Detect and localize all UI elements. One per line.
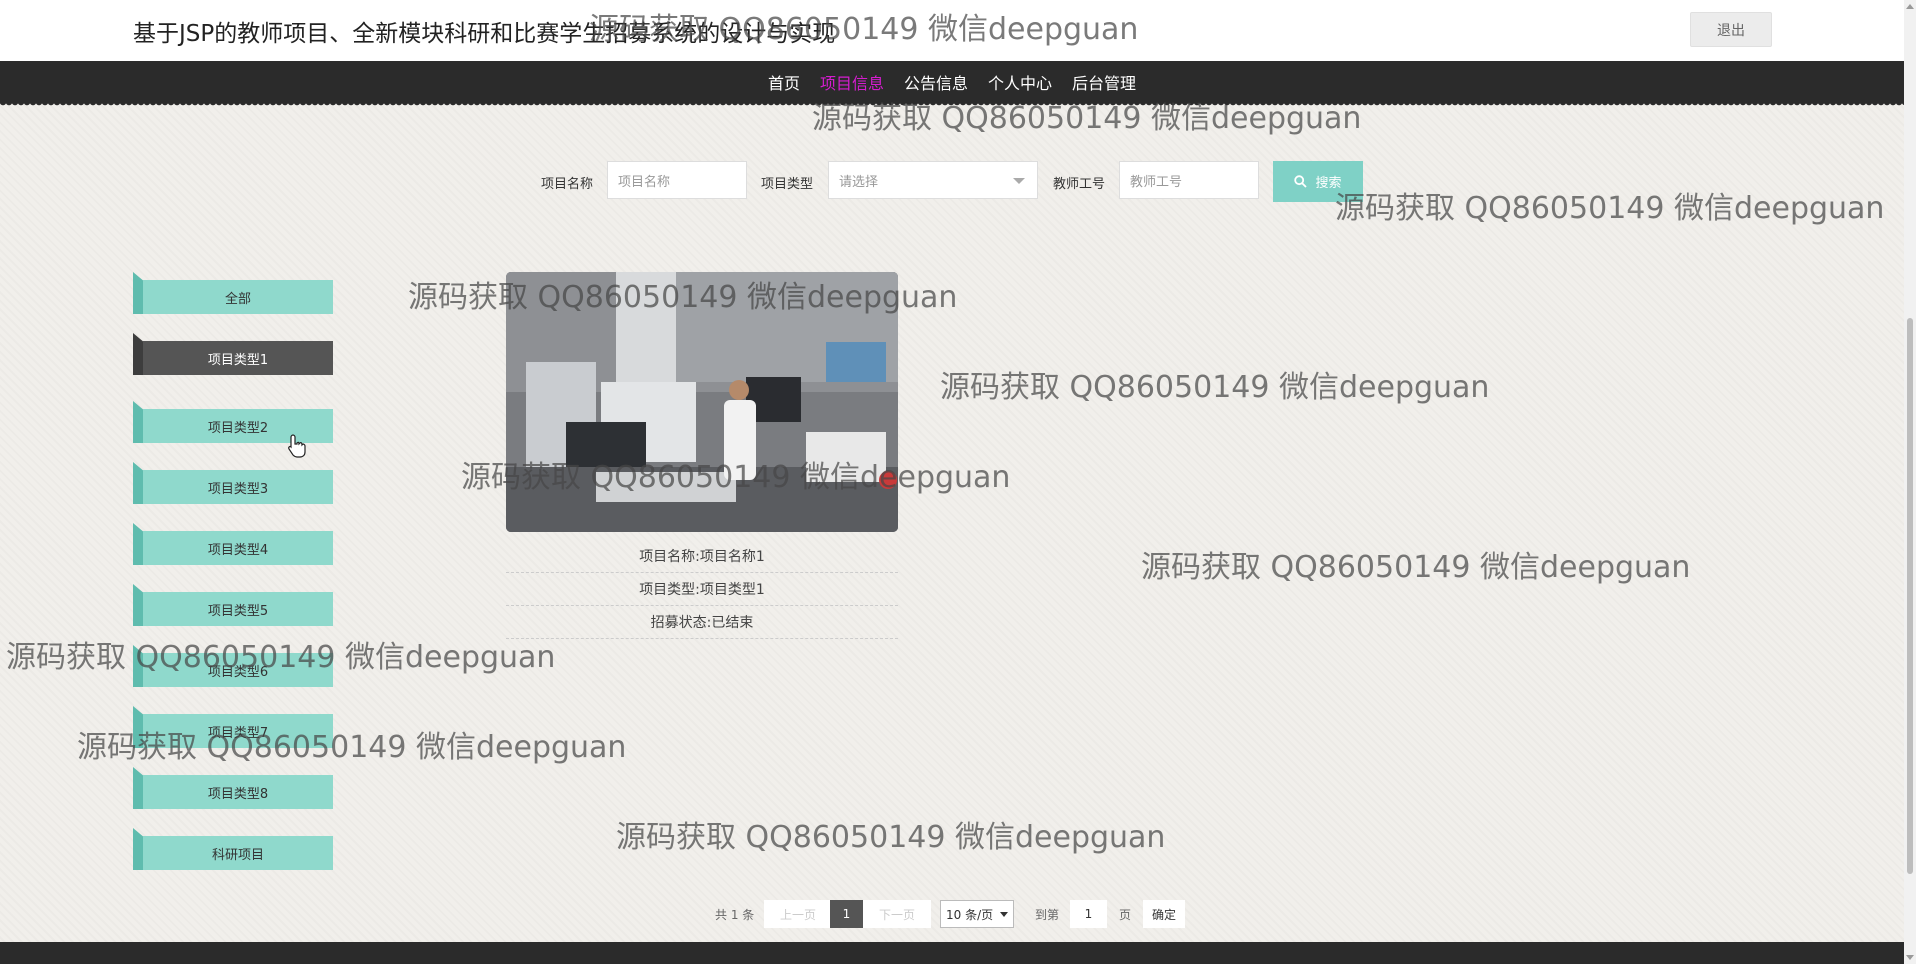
project-card[interactable]: 项目名称:项目名称1 项目类型:项目类型1 招募状态:已结束 (506, 272, 898, 639)
category-label: 项目类型8 (143, 775, 333, 809)
chevron-down-icon (1000, 911, 1008, 917)
watermark: 源码获取 QQ86050149 微信deepguan (1141, 550, 1691, 585)
page-number-current[interactable]: 1 (830, 900, 863, 928)
category-type-6[interactable]: 项目类型6 (133, 645, 333, 687)
teacher-id-label: 教师工号 (1053, 177, 1106, 192)
nav-list: 首页 项目信息 公告信息 个人中心 后台管理 (0, 61, 1904, 102)
top-header: 基于JSP的教师项目、全新模块科研和比赛学生招募系统的设计与实现 退出 (0, 0, 1904, 61)
logout-button[interactable]: 退出 (1690, 12, 1772, 47)
page-size-value: 10 条/页 (946, 907, 994, 922)
project-name-label: 项目名称 (541, 177, 594, 192)
page-suffix-label: 页 (1119, 907, 1132, 922)
category-type-3[interactable]: 项目类型3 (133, 462, 333, 504)
category-tab-edge (133, 272, 143, 314)
nav-item-personal-center[interactable]: 个人中心 (978, 70, 1062, 94)
project-name-input[interactable]: 项目名称 (607, 161, 747, 199)
category-type-1[interactable]: 项目类型1 (133, 333, 333, 375)
watermark: 源码获取 QQ86050149 微信deepguan (1335, 191, 1885, 226)
category-tab-edge (133, 584, 143, 626)
chevron-down-icon (1013, 178, 1025, 184)
project-type-label: 项目类型 (761, 177, 814, 192)
category-type-8[interactable]: 项目类型8 (133, 767, 333, 809)
nav-item-admin[interactable]: 后台管理 (1062, 70, 1146, 94)
scrollbar-thumb[interactable] (1907, 318, 1913, 874)
project-type-text: 项目类型:项目类型1 (506, 573, 898, 606)
category-tab-edge (133, 828, 143, 870)
category-tab-edge (133, 706, 143, 748)
recruit-status-text: 招募状态:已结束 (506, 606, 898, 639)
search-icon (1294, 175, 1308, 188)
footer (0, 942, 1904, 964)
search-button-label: 搜索 (1315, 176, 1342, 191)
category-label: 项目类型4 (143, 531, 333, 565)
watermark: 源码获取 QQ86050149 微信deepguan (940, 370, 1490, 405)
nav-item-projects[interactable]: 项目信息 (810, 70, 894, 94)
project-type-select-value: 请选择 (839, 174, 879, 190)
category-type-4[interactable]: 项目类型4 (133, 523, 333, 565)
goto-confirm-button[interactable]: 确定 (1143, 900, 1185, 928)
category-label: 项目类型5 (143, 592, 333, 626)
category-label: 项目类型6 (143, 653, 333, 687)
goto-page-input[interactable]: 1 (1070, 900, 1107, 928)
lab-photo-illustration (506, 272, 898, 532)
site-title: 基于JSP的教师项目、全新模块科研和比赛学生招募系统的设计与实现 (133, 21, 836, 47)
scroll-up-arrow-icon[interactable] (1906, 4, 1914, 9)
category-type-5[interactable]: 项目类型5 (133, 584, 333, 626)
category-label: 项目类型1 (143, 341, 333, 375)
category-tab-edge (133, 462, 143, 504)
project-type-select[interactable]: 请选择 (828, 161, 1038, 199)
project-image[interactable] (506, 272, 898, 532)
pagination-total: 共 1 条 (715, 907, 755, 922)
page-scrollbar[interactable] (1904, 0, 1916, 964)
category-label: 全部 (143, 280, 333, 314)
scroll-down-arrow-icon[interactable] (1906, 955, 1914, 960)
nav-item-home[interactable]: 首页 (758, 70, 810, 94)
category-research[interactable]: 科研项目 (133, 828, 333, 870)
search-button[interactable]: 搜索 (1273, 161, 1363, 202)
goto-label: 到第 (1035, 907, 1060, 922)
hand-pointer-cursor-icon (288, 434, 306, 458)
category-label: 项目类型3 (143, 470, 333, 504)
category-label: 项目类型7 (143, 714, 333, 748)
category-tab-edge (133, 401, 143, 443)
category-all[interactable]: 全部 (133, 272, 333, 314)
project-name-text: 项目名称:项目名称1 (506, 540, 898, 573)
main-navbar: 首页 项目信息 公告信息 个人中心 后台管理 (0, 61, 1904, 106)
nav-item-announcements[interactable]: 公告信息 (894, 70, 978, 94)
category-tab-edge (133, 333, 143, 375)
category-tab-edge (133, 523, 143, 565)
teacher-id-input[interactable]: 教师工号 (1119, 161, 1259, 199)
category-label: 科研项目 (143, 836, 333, 870)
watermark: 源码获取 QQ86050149 微信deepguan (616, 820, 1166, 855)
page-size-select[interactable]: 10 条/页 (940, 900, 1014, 928)
category-type-7[interactable]: 项目类型7 (133, 706, 333, 748)
next-page-button[interactable]: 下一页 (863, 900, 931, 928)
prev-page-button[interactable]: 上一页 (764, 900, 832, 928)
category-tab-edge (133, 767, 143, 809)
category-tab-edge (133, 645, 143, 687)
